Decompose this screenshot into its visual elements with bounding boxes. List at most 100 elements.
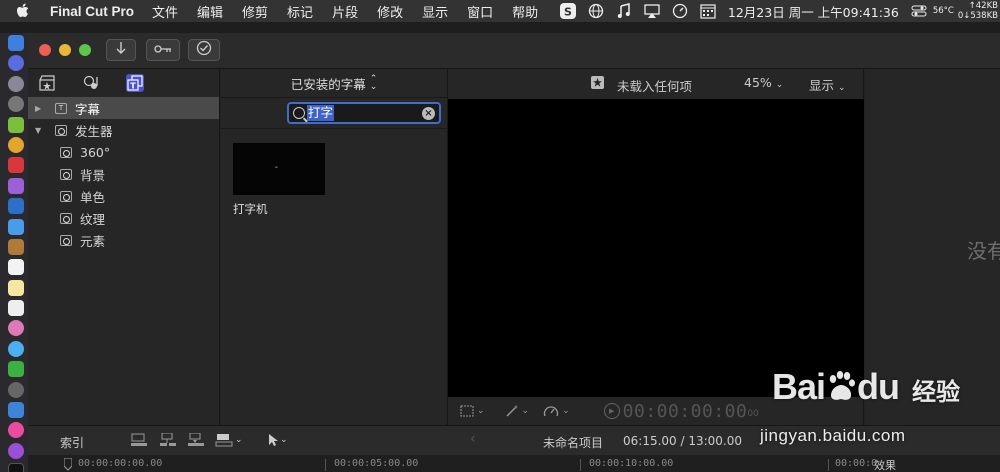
select-tool-arrow-icon[interactable]: ⌄ bbox=[268, 433, 288, 447]
clock[interactable]: 12月23日 周一 上午09:41:36 bbox=[728, 2, 899, 21]
playhead-marker-icon[interactable] bbox=[63, 457, 73, 472]
music-icon[interactable] bbox=[615, 3, 633, 19]
viewer-header: 未载入任何项 45% ⌄ 显示 ⌄ bbox=[448, 69, 863, 97]
menu-file[interactable]: 文件 bbox=[152, 2, 178, 21]
airplay-icon[interactable] bbox=[643, 3, 661, 19]
control-center-icon[interactable] bbox=[910, 3, 928, 19]
background-tasks-button[interactable] bbox=[188, 39, 220, 61]
app-blue-icon[interactable] bbox=[8, 198, 24, 215]
project-name: 未命名项目 bbox=[543, 436, 604, 450]
svg-text:S: S bbox=[564, 6, 572, 19]
tree-item-titles[interactable]: ▶ T 字幕 bbox=[28, 97, 219, 119]
transform-tool-icon[interactable]: ⌄ bbox=[460, 405, 485, 417]
tree-item-360[interactable]: 360° bbox=[28, 141, 219, 163]
timecode-display[interactable]: ▶ 00:00:00:00 00 bbox=[603, 401, 759, 422]
generator-icon bbox=[60, 146, 72, 158]
tree-item-label: 单色 bbox=[80, 189, 106, 205]
calendar-icon[interactable] bbox=[699, 3, 717, 19]
zoom-window-button[interactable] bbox=[79, 44, 91, 56]
sougou-icon[interactable]: S bbox=[559, 3, 577, 19]
tree-item-elements[interactable]: 元素 bbox=[28, 229, 219, 251]
tree-item-textures[interactable]: 纹理 bbox=[28, 207, 219, 229]
window-toolbar bbox=[28, 33, 1000, 69]
installed-titles-dropdown[interactable]: 已安装的字幕 ⌃ ⌄ bbox=[221, 69, 447, 97]
keyword-editor-button[interactable] bbox=[146, 39, 180, 61]
book-icon[interactable] bbox=[8, 238, 24, 255]
minimize-window-button[interactable] bbox=[59, 44, 71, 56]
menu-view[interactable]: 显示 bbox=[422, 2, 448, 21]
timecode-frames: 00 bbox=[747, 409, 759, 419]
calendar-app-icon[interactable] bbox=[8, 259, 24, 276]
magic-wand-icon[interactable]: ⌄ bbox=[505, 404, 529, 418]
download-arrow-icon bbox=[115, 41, 127, 59]
tree-item-label: 纹理 bbox=[80, 211, 106, 227]
ruler-tick-label: 00:00:05:00.00 bbox=[334, 458, 419, 469]
menubar: Final Cut Pro 文件 编辑 修剪 标记 片段 修改 显示 窗口 帮助… bbox=[0, 0, 1000, 22]
finder-icon[interactable] bbox=[8, 35, 24, 51]
disclosure-collapsed-icon[interactable]: ▶ bbox=[35, 104, 47, 113]
index-button[interactable]: 索引 bbox=[60, 434, 84, 451]
xcode-icon[interactable] bbox=[8, 218, 24, 235]
back-chevron-icon[interactable]: ‹ bbox=[470, 431, 476, 447]
notes-icon[interactable] bbox=[8, 279, 24, 296]
android-icon[interactable] bbox=[8, 116, 24, 133]
globe-icon[interactable] bbox=[587, 3, 605, 19]
app-red-icon[interactable] bbox=[8, 157, 24, 174]
tree-item-solids[interactable]: 单色 bbox=[28, 185, 219, 207]
clapper-star-icon[interactable] bbox=[38, 74, 56, 92]
tree-item-generators[interactable]: ▼ 发生器 bbox=[28, 119, 219, 141]
overwrite-clip-icon[interactable] bbox=[187, 432, 205, 450]
title-name[interactable]: 打字机 bbox=[233, 201, 268, 217]
app-name-menu[interactable]: Final Cut Pro bbox=[50, 4, 134, 19]
wechat-icon[interactable] bbox=[8, 361, 24, 378]
speedometer-icon[interactable] bbox=[671, 3, 689, 19]
zoom-dropdown[interactable]: 45% ⌄ bbox=[744, 75, 783, 90]
menu-trim[interactable]: 修剪 bbox=[242, 2, 268, 21]
menu-modify[interactable]: 修改 bbox=[377, 2, 403, 21]
app-purple-icon[interactable] bbox=[8, 177, 24, 194]
reminders-icon[interactable] bbox=[8, 300, 24, 317]
settings-icon[interactable] bbox=[8, 381, 24, 398]
title-thumbnail[interactable]: ▬ bbox=[233, 143, 325, 195]
project-duration: 06:15.00 / 13:00.00 bbox=[623, 434, 743, 448]
apple-icon[interactable] bbox=[16, 3, 30, 19]
keynote-icon[interactable] bbox=[8, 402, 24, 419]
rocket-icon[interactable] bbox=[8, 96, 24, 113]
ruler-tick-label: 00:00:00:00.00 bbox=[78, 458, 163, 469]
retime-speedometer-icon[interactable]: ⌄ bbox=[543, 404, 570, 418]
siri-icon[interactable] bbox=[8, 55, 24, 72]
view-menu-dropdown[interactable]: 显示 ⌄ bbox=[809, 75, 846, 94]
connect-clip-icon[interactable]: ⌄ bbox=[215, 433, 243, 447]
search-input[interactable]: 打字 × bbox=[287, 102, 441, 124]
ruler-tick-label: 00:00:10:00.00 bbox=[589, 458, 674, 469]
import-button[interactable] bbox=[106, 39, 136, 61]
play-icon[interactable]: ▶ bbox=[603, 403, 620, 419]
menu-mark[interactable]: 标记 bbox=[287, 2, 313, 21]
titles-generators-icon[interactable]: T bbox=[126, 74, 144, 92]
effects-browser-label[interactable]: 效果 bbox=[874, 457, 896, 472]
menu-edit[interactable]: 编辑 bbox=[197, 2, 223, 21]
viewer-controls: ⌄ ⌄ ⌄ ▶ 00:00:00:00 00 bbox=[448, 397, 864, 425]
clear-search-icon[interactable]: × bbox=[422, 107, 435, 120]
search-input-value[interactable]: 打字 bbox=[307, 105, 335, 121]
photos-icon[interactable] bbox=[8, 320, 24, 337]
append-clip-icon[interactable] bbox=[130, 433, 148, 450]
itunes-icon[interactable] bbox=[8, 422, 24, 439]
appletv-icon[interactable] bbox=[8, 463, 24, 472]
insert-clip-icon[interactable] bbox=[159, 432, 177, 450]
checkmark-circle-icon bbox=[196, 40, 212, 60]
menu-help[interactable]: 帮助 bbox=[512, 2, 538, 21]
tree-item-backgrounds[interactable]: 背景 bbox=[28, 163, 219, 185]
music-photos-icon[interactable] bbox=[82, 74, 100, 92]
chrome-icon[interactable] bbox=[8, 136, 24, 153]
disclosure-expanded-icon[interactable]: ▼ bbox=[35, 126, 47, 135]
close-window-button[interactable] bbox=[39, 44, 51, 56]
podcasts-icon[interactable] bbox=[8, 442, 24, 459]
menu-clip[interactable]: 片段 bbox=[332, 2, 358, 21]
timeline-ruler[interactable]: 00:00:00:00.00 00:00:05:00.00 00:00:10:0… bbox=[28, 455, 1000, 472]
launchpad-icon[interactable] bbox=[8, 75, 24, 92]
viewer: 未载入任何项 45% ⌄ 显示 ⌄ ⌄ ⌄ ⌄ ▶ 00:00:00:00 00 bbox=[448, 69, 864, 425]
menu-window[interactable]: 窗口 bbox=[467, 2, 493, 21]
video-canvas[interactable] bbox=[448, 99, 864, 397]
messages-bubble-icon[interactable] bbox=[8, 340, 24, 357]
